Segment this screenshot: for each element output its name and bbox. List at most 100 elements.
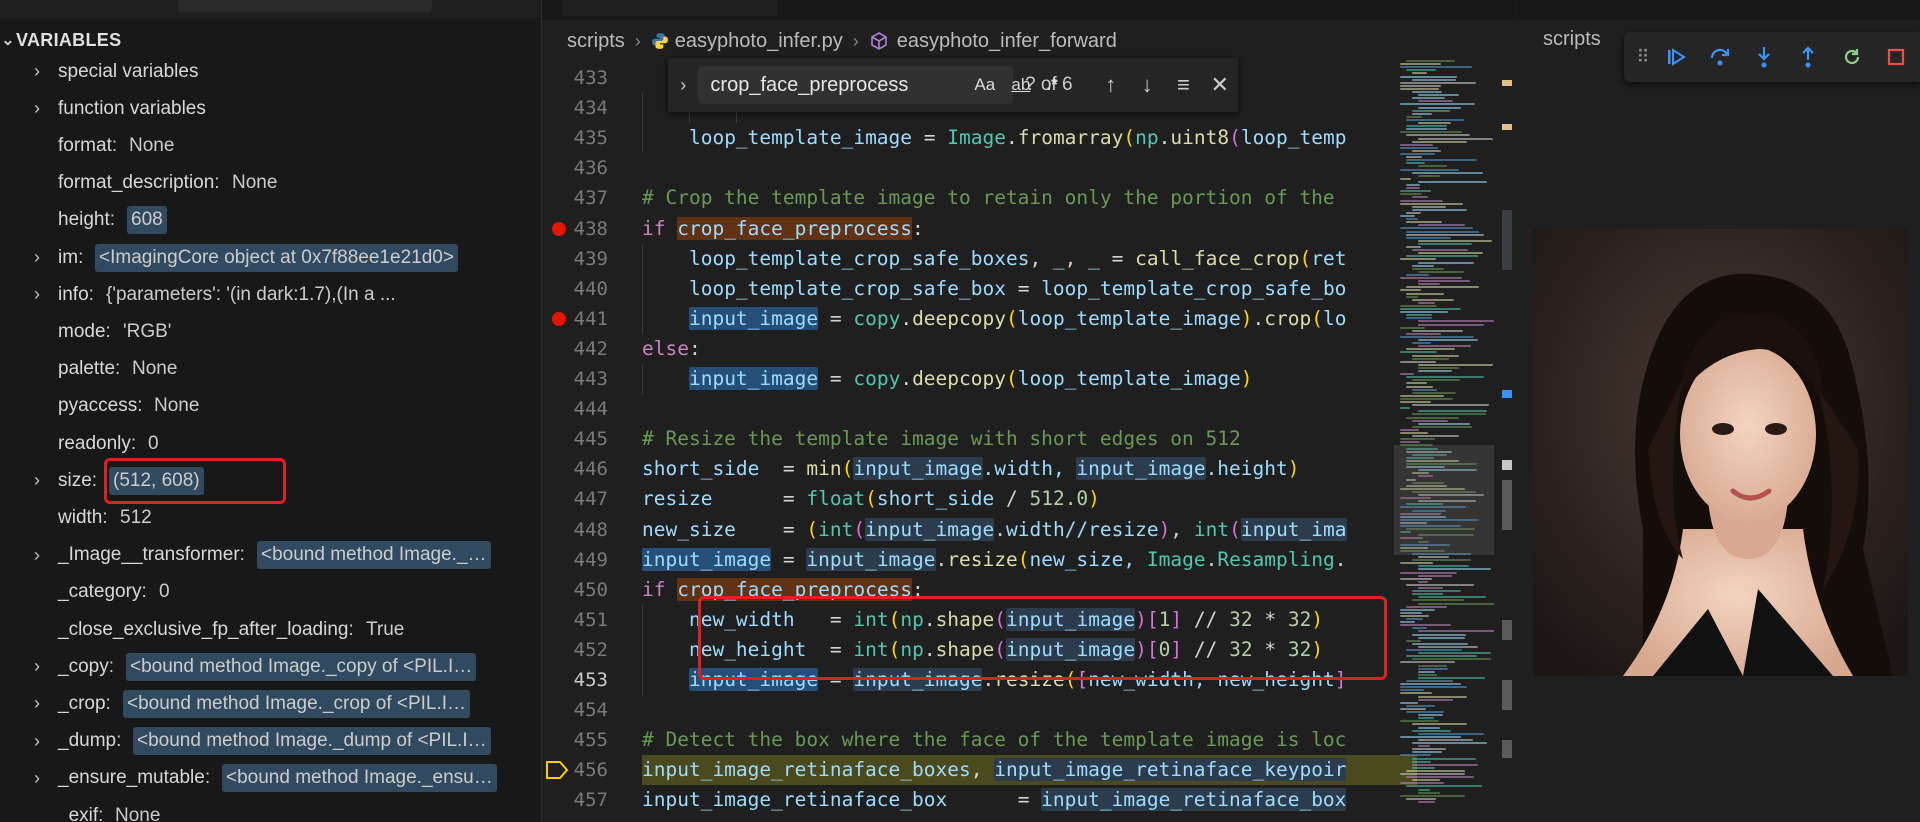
chevron-right-icon[interactable]: › [34, 693, 50, 714]
breakpoint-icon[interactable] [552, 221, 566, 236]
code-line[interactable]: new_size = (int(input_image.width//resiz… [642, 515, 1417, 545]
code-line[interactable]: new_height = int(np.shape(input_image)[0… [642, 634, 1417, 665]
breakpoint-icon[interactable] [552, 311, 566, 326]
variable-value: None [232, 172, 278, 194]
code-token: [ [1146, 637, 1159, 661]
chevron-right-icon[interactable]: › [668, 75, 698, 96]
code-line[interactable]: input_image_retinaface_boxes, input_imag… [642, 755, 1417, 786]
stop-icon[interactable] [1874, 35, 1918, 79]
find-input[interactable]: crop_face_preprocess Aa ab .* [698, 66, 1058, 104]
code-line[interactable] [642, 695, 1417, 725]
code-line[interactable]: loop_template_image = Image.fromarray(np… [642, 123, 1417, 154]
code-token: ( [1229, 126, 1241, 150]
code-line[interactable]: input_image_retinaface_box = input_image… [642, 785, 1417, 815]
variable-row[interactable]: › _copy <bound method Image._copy of <PIL.… [0, 648, 541, 685]
variable-row[interactable]: _close_exclusive_fp_after_loading True [0, 611, 541, 648]
minimap[interactable] [1394, 60, 1494, 822]
code-line[interactable]: input_image = copy.deepcopy(loop_templat… [642, 303, 1417, 334]
indent-guide [642, 123, 643, 154]
minimap-slider[interactable] [1394, 445, 1494, 555]
chevron-right-icon[interactable]: › [34, 731, 50, 752]
code-lines[interactable]: loop_template_image = Image.fromarray(np… [642, 0, 1417, 822]
variable-row[interactable]: › _crop <bound method Image._crop of <PIL.… [0, 685, 541, 722]
code-line[interactable]: short_side = min(input_image.width, inpu… [642, 454, 1417, 484]
chevron-right-icon[interactable]: › [34, 98, 50, 119]
step-into-icon[interactable] [1742, 35, 1786, 79]
code-line[interactable]: # Detect the box where the face of the t… [642, 725, 1417, 755]
code-line[interactable]: resize = float(short_side / 512.0) [642, 484, 1417, 514]
debug-config-dropdown[interactable] [178, 0, 432, 12]
minimap-line [1418, 645, 1478, 648]
breadcrumb-folder[interactable]: scripts [1543, 28, 1601, 51]
code-line[interactable]: if crop_face_preprocess: [642, 575, 1417, 605]
chevron-right-icon[interactable]: › [34, 470, 50, 491]
code-line[interactable]: else: [642, 334, 1417, 364]
variable-row[interactable]: › _ensure_mutable <bound method Image._ens… [0, 760, 541, 797]
restart-icon[interactable] [1830, 35, 1874, 79]
variable-name: function variables [58, 97, 206, 119]
minimap-line [1400, 199, 1444, 202]
gear-icon[interactable] [446, 0, 468, 12]
code-token: crop_face_preprocess [677, 216, 913, 240]
code-line[interactable]: input_image = copy.deepcopy(loop_templat… [642, 364, 1417, 394]
minimap-line [1400, 277, 1462, 279]
continue-icon[interactable] [1654, 35, 1698, 79]
variable-row[interactable]: palette None [0, 351, 541, 388]
code-line[interactable]: if crop_face_preprocess: [642, 214, 1417, 244]
code-line[interactable]: loop_template_crop_safe_boxes, _, _ = ca… [642, 243, 1417, 274]
grip-icon[interactable]: ⠿ [1632, 47, 1654, 68]
step-out-icon[interactable] [1786, 35, 1830, 79]
code-line[interactable] [642, 153, 1417, 183]
chevron-right-icon[interactable]: › [34, 656, 50, 677]
variable-name: _copy [58, 656, 114, 678]
code-line[interactable] [642, 394, 1417, 424]
find-in-selection-icon[interactable]: ≡ [1165, 72, 1201, 98]
variable-row[interactable]: _category 0 [0, 574, 541, 611]
chevron-right-icon[interactable]: › [34, 61, 50, 82]
chevron-right-icon[interactable]: › [34, 545, 50, 566]
regex-button[interactable]: .* [1046, 75, 1057, 95]
arrow-down-icon[interactable]: ↓ [1129, 72, 1165, 98]
code-editor[interactable]: scripts › easyphoto_infer.py › easyphoto… [542, 0, 1516, 822]
variable-row[interactable]: readonly 0 [0, 425, 541, 462]
variables-header[interactable]: ⌄ VARIABLES [0, 24, 541, 56]
variable-row[interactable]: › im <ImagingCore object at 0x7f88ee1e21d0… [0, 239, 541, 276]
variable-row[interactable]: width 512 [0, 499, 541, 536]
minimap-line [1406, 639, 1421, 642]
close-icon[interactable]: ✕ [1202, 72, 1238, 98]
code-token: short_side [876, 487, 995, 511]
code-line[interactable]: # Crop the template image to retain only… [642, 183, 1417, 213]
variable-value: None [129, 134, 175, 156]
variable-row[interactable]: › _dump <bound method Image._dump of <PIL.… [0, 723, 541, 760]
variable-row[interactable]: format_description None [0, 165, 541, 202]
variable-row[interactable]: mode 'RGB' [0, 313, 541, 350]
chevron-right-icon[interactable]: › [34, 284, 50, 305]
minimap-line [1406, 317, 1433, 320]
variable-row[interactable]: › _Image__transformer <bound method Image.… [0, 537, 541, 574]
variable-row[interactable]: _exif None [0, 797, 541, 822]
variable-name: mode [58, 321, 111, 343]
variable-row[interactable]: height 608 [0, 202, 541, 239]
minimap-line [1418, 339, 1478, 341]
code-line[interactable]: loop_template_crop_safe_box = loop_templ… [642, 273, 1417, 304]
code-token: / [994, 487, 1030, 511]
code-line[interactable]: input_image = input_image.resize(new_siz… [642, 545, 1417, 575]
variable-row[interactable]: format None [0, 127, 541, 164]
code-line[interactable]: # Resize the template image with short e… [642, 424, 1417, 454]
variable-value: {'parameters': '(in dark:1.7),(In a ... [106, 283, 396, 305]
variable-row[interactable]: › info {'parameters': '(in dark:1.7),(In a… [0, 276, 541, 313]
line-number-gutter[interactable]: 433 434 435 436 437 438 439 440 441 442 443 444 445 4… [542, 0, 614, 822]
step-over-icon[interactable] [1698, 35, 1742, 79]
match-case-button[interactable]: Aa [974, 75, 995, 95]
variable-row[interactable]: › function variables [0, 90, 541, 127]
match-word-button[interactable]: ab [1011, 75, 1030, 95]
variable-row[interactable]: pyaccess None [0, 388, 541, 425]
overview-ruler[interactable] [1500, 60, 1516, 822]
chevron-right-icon[interactable]: › [34, 768, 50, 789]
code-line[interactable]: input_image = input_image.resize([new_wi… [642, 665, 1417, 695]
variable-row[interactable]: › special variables [0, 53, 541, 90]
arrow-up-icon[interactable]: ↑ [1093, 72, 1129, 98]
variable-row[interactable]: › size (512, 608) [0, 462, 541, 499]
chevron-right-icon[interactable]: › [34, 247, 50, 268]
code-line[interactable]: new_width = int(np.shape(input_image)[1]… [642, 604, 1417, 635]
